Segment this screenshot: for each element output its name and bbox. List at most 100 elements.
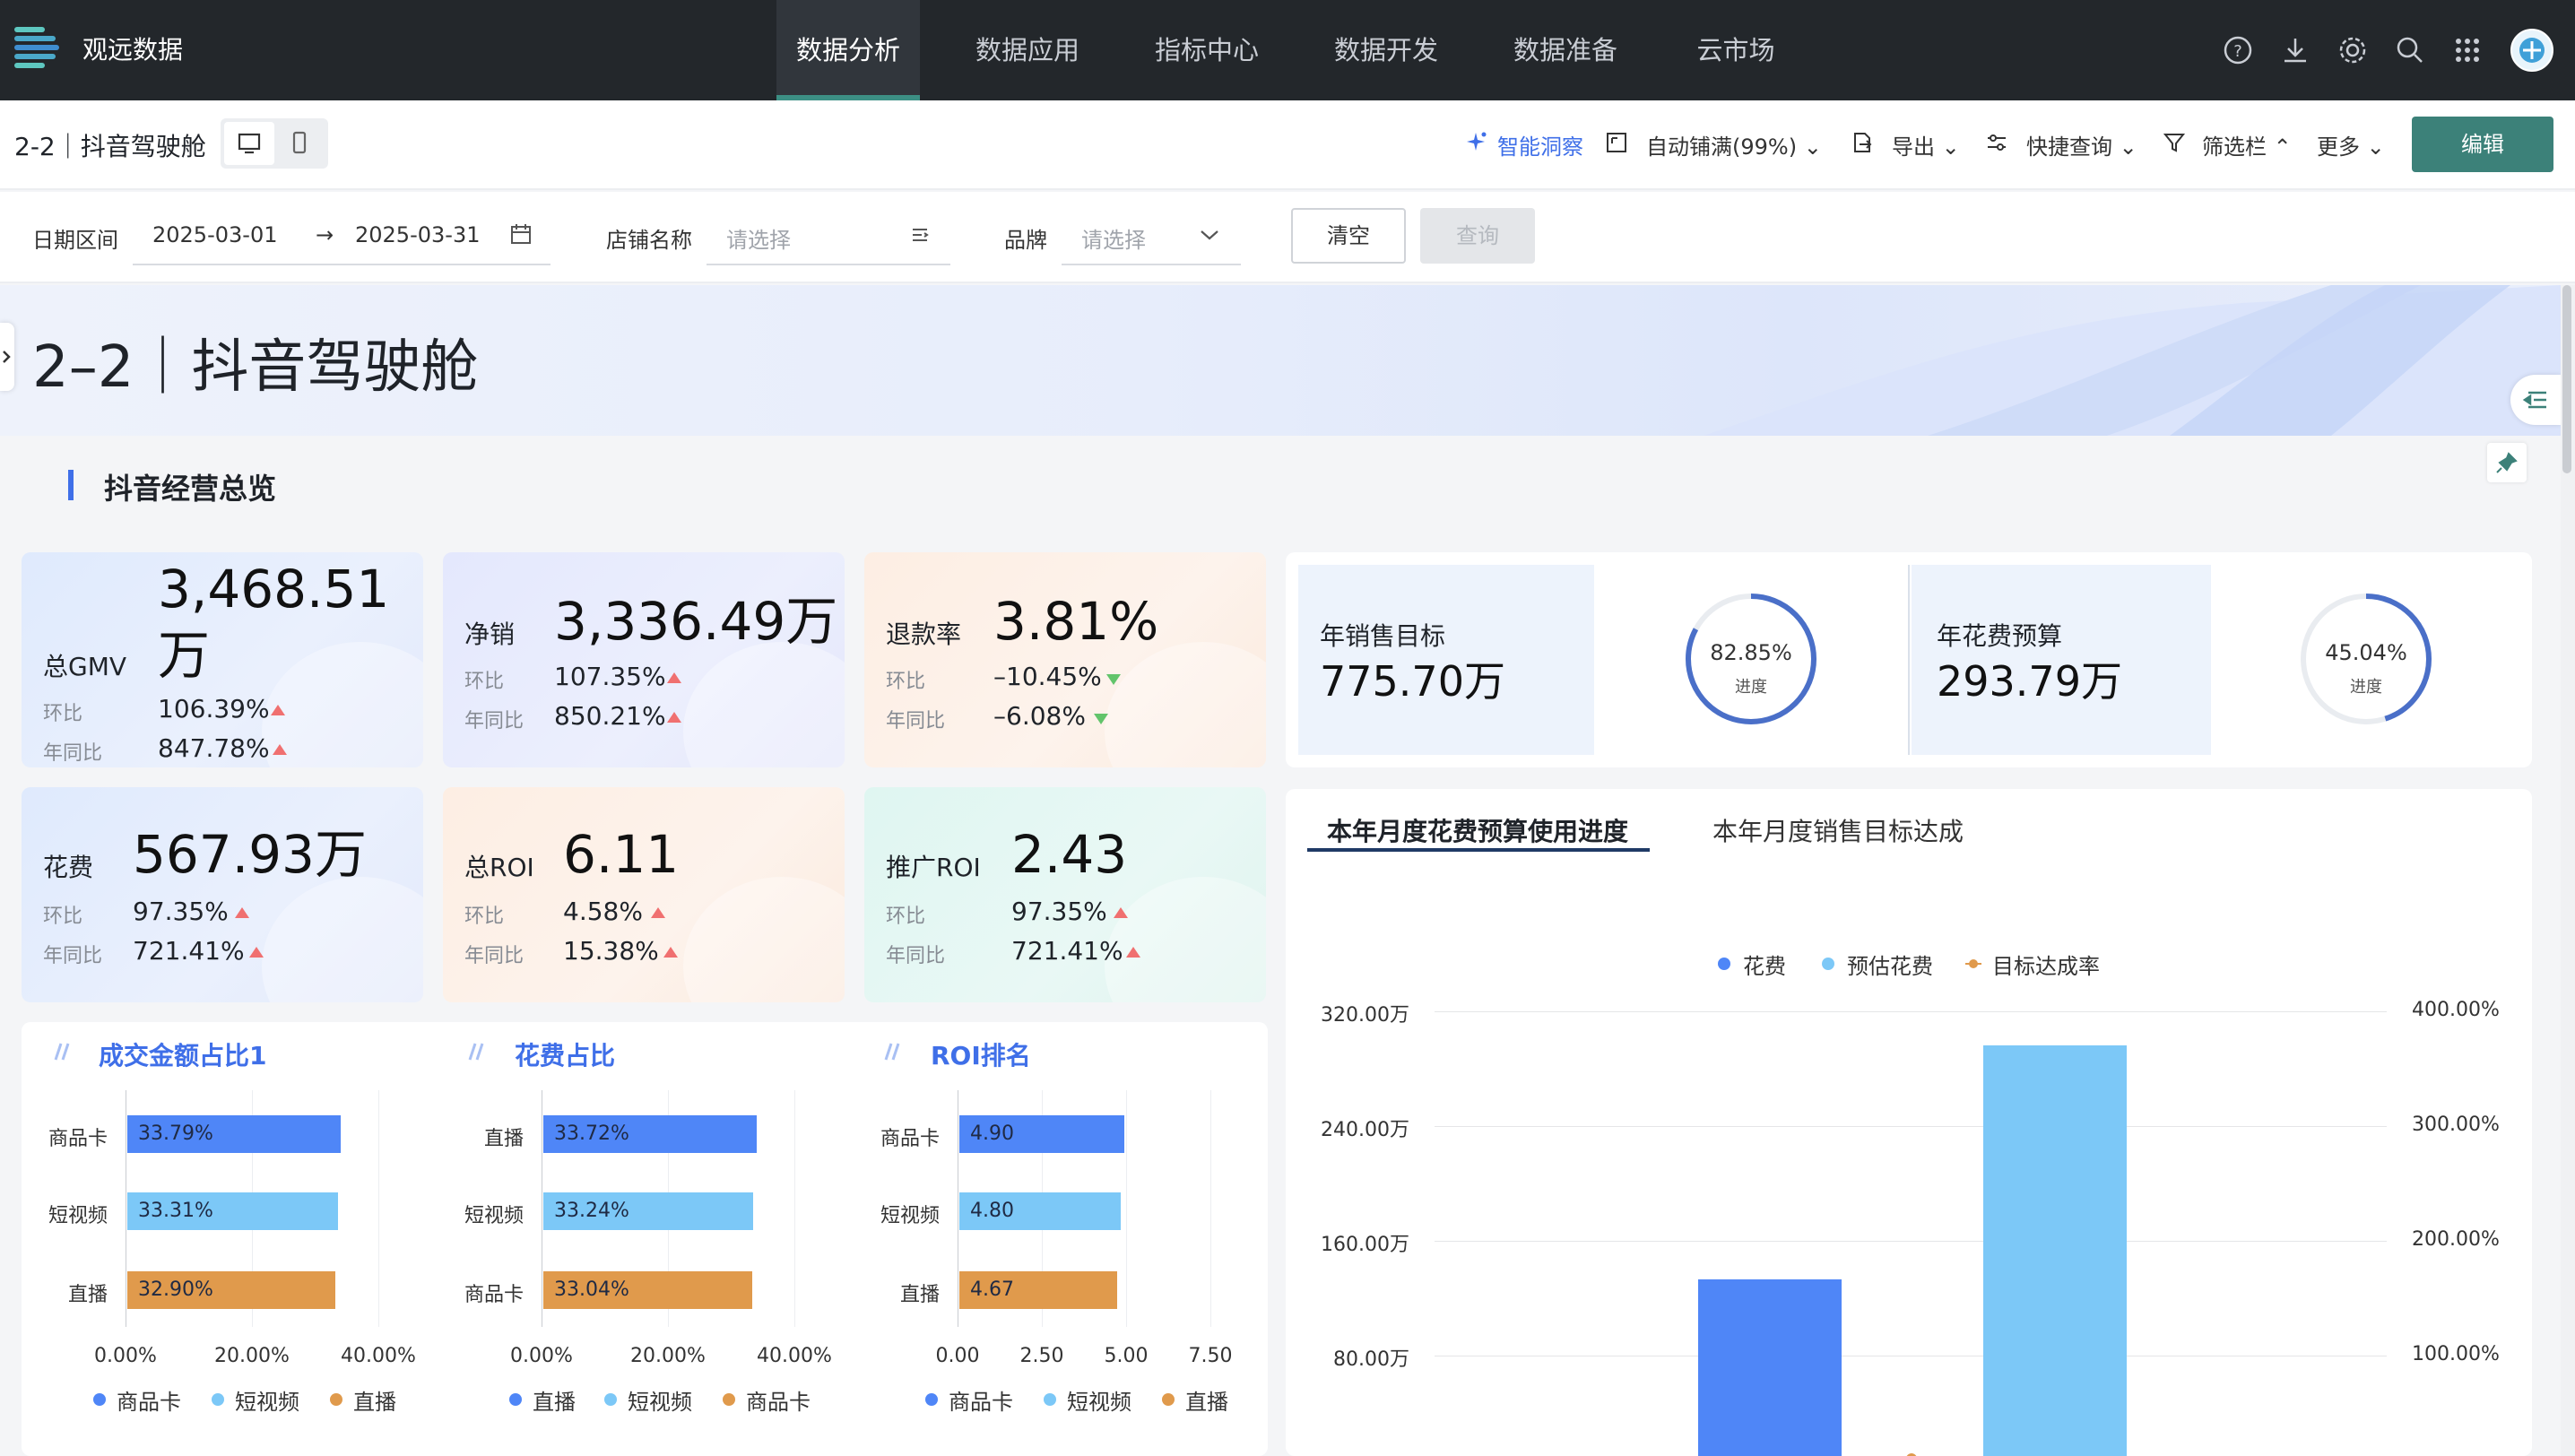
quick-query-dropdown[interactable]: 快捷查询 ⌄ <box>2026 129 2137 160</box>
pin-icon <box>2496 452 2518 473</box>
chart-title: 花费占比 <box>515 1041 616 1070</box>
auto-fill-dropdown[interactable]: 自动铺满(99%) ⌄ <box>1646 129 1822 160</box>
kpi-label: 总GMV <box>43 652 127 681</box>
date-start-value[interactable]: 2025-03-01 <box>152 222 277 247</box>
export-dropdown[interactable]: 导出 ⌄ <box>1892 129 1960 160</box>
legend-item[interactable]: 商品卡 <box>746 1384 811 1416</box>
auto-fill-icon <box>1607 133 1626 152</box>
mom-label: 环比 <box>886 671 926 693</box>
chart-title-icon <box>468 1043 484 1061</box>
legend-item[interactable]: 短视频 <box>1067 1384 1131 1416</box>
yoy-label: 年同比 <box>43 742 103 765</box>
view-toggle[interactable] <box>221 118 328 169</box>
smart-insight-button[interactable]: 智能洞察 <box>1497 129 1583 160</box>
x-axis-tick: 40.00% <box>757 1345 832 1367</box>
clear-button[interactable]: 清空 <box>1291 208 1406 264</box>
nav-cloud-market[interactable]: 云市场 <box>1673 0 1799 100</box>
quick-query-icon <box>1988 134 2006 151</box>
download-icon[interactable] <box>2279 34 2311 66</box>
trend-up-icon <box>1126 947 1140 958</box>
legend-item[interactable]: 直播 <box>1185 1384 1228 1416</box>
sales-progress-value: 82.85% <box>1710 640 1792 665</box>
mom-value: 97.35% <box>133 897 229 926</box>
yoy-label: 年同比 <box>886 710 946 732</box>
kpi-card-gmv[interactable]: 总GMV 3,468.51 万 环比 106.39% 年同比 847.78% <box>22 552 423 767</box>
card-decoration <box>683 877 845 1002</box>
trend-up-icon <box>663 947 678 958</box>
category-label: 短视频 <box>464 1205 524 1227</box>
yoy-value: 850.21% <box>554 701 666 731</box>
logo-text[interactable]: 观远数据 <box>82 30 183 66</box>
legend-item[interactable]: 商品卡 <box>949 1384 1013 1416</box>
legend-spend[interactable]: 花费 <box>1743 949 1786 980</box>
desktop-view-button[interactable] <box>224 122 274 165</box>
category-label: 商品卡 <box>48 1128 108 1150</box>
legend-forecast-spend[interactable]: 预估花费 <box>1847 949 1933 980</box>
export-icon <box>1854 133 1872 152</box>
bar-value-label: 33.31% <box>138 1200 213 1222</box>
kpi-card-refund-rate[interactable]: 退款率 3.81% 环比 –10.45% 年同比 –6.08% <box>864 552 1266 767</box>
legend-item[interactable]: 直播 <box>353 1384 396 1416</box>
y-axis-right-tick: 300.00% <box>2412 1114 2500 1136</box>
tab-sales-target-achievement[interactable]: 本年月度销售目标达成 <box>1712 812 1964 848</box>
date-end-value[interactable]: 2025-03-31 <box>355 222 480 247</box>
y-axis-right-tick: 400.00% <box>2412 999 2500 1021</box>
category-label: 直播 <box>483 1128 524 1150</box>
gridline <box>1435 1011 2387 1012</box>
section-accent-bar <box>68 470 74 500</box>
logo-icon[interactable] <box>13 23 61 74</box>
chevron-down-icon[interactable] <box>1198 226 1221 244</box>
legend-item[interactable]: 短视频 <box>628 1384 692 1416</box>
trend-up-icon <box>667 712 681 723</box>
calendar-icon[interactable] <box>509 222 533 246</box>
nav-metric-center[interactable]: 指标中心 <box>1135 0 1279 100</box>
mobile-view-button[interactable] <box>274 122 325 165</box>
kpi-card-net-sales[interactable]: 净销 3,336.49万 环比 107.35% 年同比 850.21% <box>443 552 845 767</box>
legend-item[interactable]: 商品卡 <box>117 1384 181 1416</box>
kpi-card-total-roi[interactable]: 总ROI 6.11 环比 4.58% 年同比 15.38% <box>443 787 845 1002</box>
outline-toggle-button[interactable] <box>2510 375 2561 425</box>
yoy-value: 847.78% <box>158 733 270 763</box>
nav-data-analysis[interactable]: 数据分析 <box>776 0 920 100</box>
scrollbar-thumb[interactable] <box>2562 285 2571 473</box>
y-axis-left-tick: 240.00万 <box>1321 1119 1409 1141</box>
bar-forecast-spend[interactable] <box>1983 1045 2127 1456</box>
bar-value-label: 4.90 <box>970 1122 1014 1145</box>
bar-value-label: 4.67 <box>970 1278 1014 1301</box>
chevron-down-icon: ⌄ <box>1941 134 1960 160</box>
date-arrow: → <box>316 222 334 247</box>
sales-progress-label: 进度 <box>1735 678 1767 697</box>
kpi-label: 退款率 <box>886 620 962 649</box>
help-icon[interactable]: ? <box>2222 34 2254 66</box>
avatar[interactable] <box>2510 29 2553 72</box>
chart-title-icon <box>54 1043 70 1061</box>
kpi-card-promo-roi[interactable]: 推广ROI 2.43 环比 97.35% 年同比 721.41% <box>864 787 1266 1002</box>
legend-target-rate[interactable]: 目标达成率 <box>1992 949 2100 980</box>
yoy-value: 15.38% <box>563 936 659 966</box>
bar-spend[interactable] <box>1698 1279 1842 1456</box>
pin-button[interactable] <box>2487 443 2527 482</box>
legend-item[interactable]: 直播 <box>533 1384 576 1416</box>
filter-bar-toggle[interactable]: 筛选栏 ⌃ <box>2202 129 2292 160</box>
apps-grid-icon[interactable] <box>2451 34 2484 66</box>
tab-spend-budget-progress[interactable]: 本年月度花费预算使用进度 <box>1327 812 1628 848</box>
chevron-right-icon <box>3 351 11 363</box>
nav-data-app[interactable]: 数据应用 <box>956 0 1099 100</box>
list-filter-icon[interactable] <box>909 224 931 246</box>
yoy-label: 年同比 <box>886 945 946 967</box>
yoy-label: 年同比 <box>464 710 525 732</box>
legend-item[interactable]: 短视频 <box>235 1384 299 1416</box>
settings-icon[interactable] <box>2337 34 2369 66</box>
search-icon[interactable] <box>2394 34 2426 66</box>
nav-data-prep[interactable]: 数据准备 <box>1494 0 1637 100</box>
x-axis-tick: 20.00% <box>630 1345 706 1367</box>
x-axis-tick: 7.50 <box>1188 1345 1233 1367</box>
kpi-card-spend[interactable]: 花费 567.93万 环比 97.35% 年同比 721.41% <box>22 787 423 1002</box>
edit-button[interactable]: 编辑 <box>2412 117 2553 172</box>
store-name-label: 店铺名称 <box>606 228 692 253</box>
y-axis-left-tick: 160.00万 <box>1321 1234 1409 1256</box>
left-panel-handle[interactable] <box>0 323 14 391</box>
nav-data-dev[interactable]: 数据开发 <box>1314 0 1458 100</box>
query-button[interactable]: 查询 <box>1420 208 1535 264</box>
more-dropdown[interactable]: 更多 ⌄ <box>2317 129 2385 160</box>
